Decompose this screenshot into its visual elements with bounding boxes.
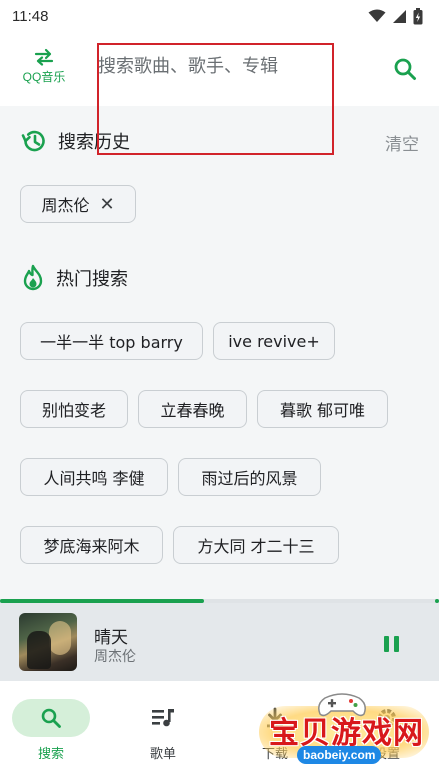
nav-active-indicator [12, 699, 90, 737]
hot-search-chip[interactable]: 方大同 才二十三 [173, 526, 339, 564]
search-icon [394, 58, 416, 80]
nav-label-playlist: 歌单 [149, 747, 176, 762]
album-art-light [49, 621, 71, 655]
playlist-icon [152, 709, 174, 727]
search-header: QQ音乐 [0, 32, 439, 106]
history-clock-icon [21, 130, 45, 152]
search-button[interactable] [388, 52, 422, 86]
bottom-navigation: 搜索 歌单 下载 设置 [0, 681, 439, 780]
search-history-heading: 搜索历史 [20, 127, 130, 155]
nav-icon-holder [124, 699, 202, 737]
battery-charging-icon [413, 7, 423, 24]
status-icons [368, 7, 423, 25]
hot-search-title: 热门搜索 [56, 269, 128, 290]
hot-search-chip[interactable]: 暮歌 郁可唯 [257, 390, 388, 428]
mini-player[interactable]: 晴天 周杰伦 [0, 603, 439, 681]
clear-history-button[interactable]: 清空 [385, 130, 419, 155]
nav-icon-holder [236, 699, 314, 737]
nav-label-search: 搜索 [37, 747, 64, 762]
nav-item-playlist[interactable]: 歌单 [123, 699, 203, 762]
search-history-title: 搜索历史 [58, 132, 130, 153]
song-title: 晴天 [94, 628, 128, 648]
nav-icon-holder [348, 699, 426, 737]
pause-icon [383, 636, 389, 652]
hot-search-chip[interactable]: 一半一半 top barry [20, 322, 203, 360]
status-time: 11:48 [12, 7, 49, 25]
nav-item-search[interactable]: 搜索 [11, 699, 91, 762]
album-art[interactable] [19, 613, 77, 671]
nav-label-download: 下载 [261, 747, 288, 762]
hot-search-chip[interactable]: 雨过后的风景 [178, 458, 321, 496]
music-source-label: QQ音乐 [22, 70, 66, 84]
hot-search-chip[interactable]: 梦底海来阿木 [20, 526, 163, 564]
signal-icon [393, 9, 406, 23]
pause-icon-bar [393, 636, 399, 652]
hot-search-heading: 热门搜索 [20, 264, 128, 292]
nav-item-settings[interactable]: 设置 [347, 699, 427, 762]
search-icon [41, 708, 61, 728]
album-art-figure [27, 631, 51, 669]
wifi-icon [368, 9, 386, 22]
pause-button[interactable] [378, 631, 404, 657]
settings-icon [378, 709, 396, 727]
song-artist: 周杰伦 [94, 649, 136, 665]
swap-arrows-icon [34, 48, 54, 66]
download-icon [267, 707, 283, 728]
history-chip[interactable]: 周杰伦 ✕ [20, 185, 136, 223]
close-icon[interactable]: ✕ [99, 194, 114, 215]
history-chip-label: 周杰伦 [41, 196, 90, 215]
music-source-switch[interactable]: QQ音乐 [14, 48, 74, 92]
hot-search-chip[interactable]: 人间共鸣 李健 [20, 458, 168, 496]
flame-icon [23, 264, 43, 291]
hot-search-chip[interactable]: ive revive+ [213, 322, 335, 360]
search-input[interactable] [98, 44, 378, 88]
status-bar: 11:48 [0, 0, 439, 32]
nav-label-settings: 设置 [373, 747, 400, 762]
hot-search-chip[interactable]: 别怕变老 [20, 390, 128, 428]
hot-search-chip[interactable]: 立春春晚 [138, 390, 247, 428]
nav-item-download[interactable]: 下载 [235, 699, 315, 762]
